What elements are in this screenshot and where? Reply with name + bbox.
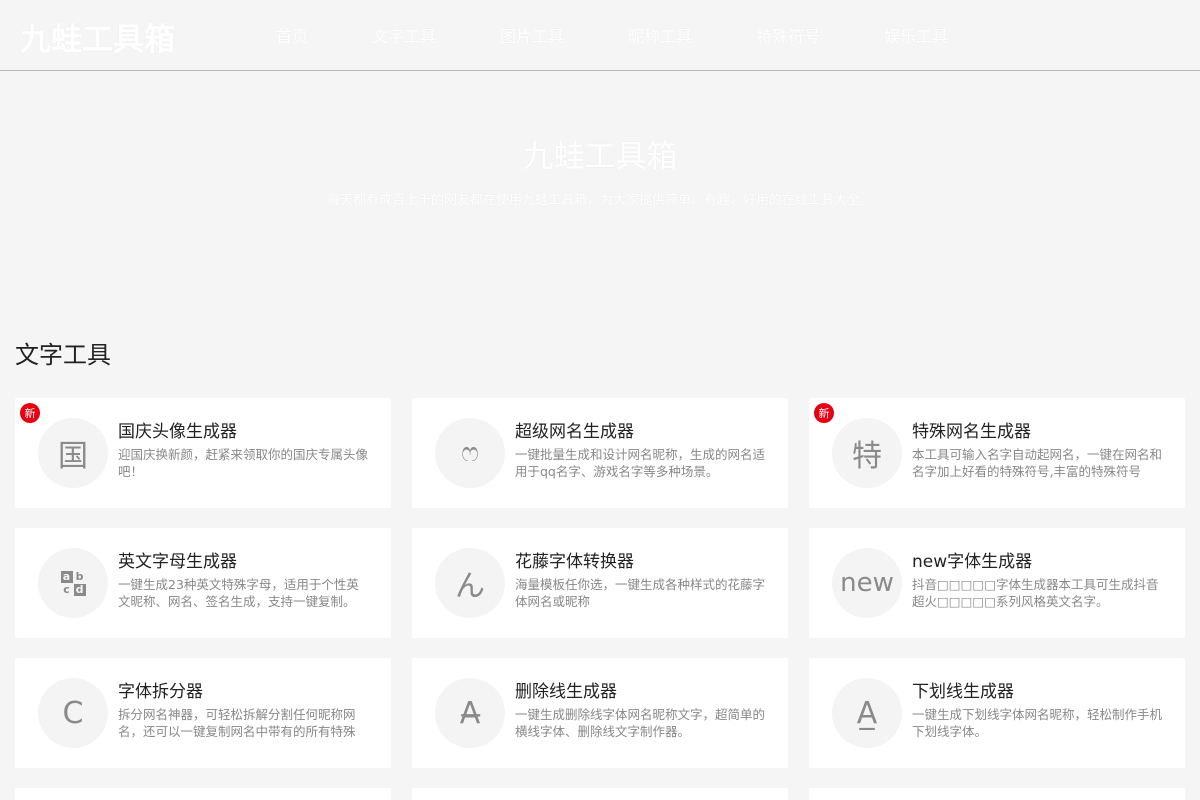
tool-card-font-splitter[interactable]: C 字体拆分器 拆分网名神器，可轻松拆解分割任何昵称网名，还可以一键复制网名中带… — [15, 658, 391, 768]
nav-item-entertainment-tools[interactable]: 娱乐工具 — [884, 23, 948, 47]
card-title: 英文字母生成器 — [118, 552, 237, 572]
nav-item-special-symbols[interactable]: 特殊符号 — [756, 23, 820, 47]
top-header: 九蛙工具箱 首页 文字工具 图片工具 昵称工具 特殊符号 娱乐工具 — [0, 0, 1200, 71]
card-description: 海量模板任你选，一键生成各种样式的花藤字体网名或昵称 — [515, 577, 766, 609]
card-description: 一键批量生成和设计网名昵称，生成的网名适用于qq名字、游戏名字等多种场景。 — [515, 447, 766, 479]
tool-card-english-letters[interactable]: a b c d 英文字母生成器 一键生成23种英文特殊字母，适用于个性英文昵称、… — [15, 528, 391, 638]
card-description: 本工具可输入名字自动起网名，一键在网名和名字加上好看的特殊符号,丰富的特殊符号 — [912, 447, 1163, 479]
tool-card-partial[interactable] — [412, 788, 788, 800]
card-title: 国庆头像生成器 — [118, 422, 237, 442]
te-char-icon: 特 — [832, 418, 902, 488]
card-title: 超级网名生成器 — [515, 422, 634, 442]
hero-title: 九蛙工具箱 — [522, 139, 678, 175]
card-title: 花藤字体转换器 — [515, 552, 634, 572]
next-card-row-partial — [15, 788, 1185, 800]
tool-card-strikethrough[interactable]: A̶ 删除线生成器 一键生成删除线字体网名昵称文字，超简单的横线字体、删除线文字… — [412, 658, 788, 768]
card-title: 删除线生成器 — [515, 682, 617, 702]
hero-subtitle: 每天都有成百上千的网友都在使用九蛙工具箱，为大家提供简单、有趣、好用的在线工具大… — [326, 193, 873, 208]
card-title: 下划线生成器 — [912, 682, 1014, 702]
main-nav: 首页 文字工具 图片工具 昵称工具 特殊符号 娱乐工具 — [276, 0, 1012, 70]
underline-a-icon: A̲ — [832, 678, 902, 748]
nav-item-home[interactable]: 首页 — [276, 23, 308, 47]
nav-item-text-tools[interactable]: 文字工具 — [372, 23, 436, 47]
card-title: 特殊网名生成器 — [912, 422, 1031, 442]
guo-char-icon: 国 — [38, 418, 108, 488]
new-text-icon: new — [832, 548, 902, 618]
nav-item-image-tools[interactable]: 图片工具 — [500, 23, 564, 47]
tool-card-underline[interactable]: A̲ 下划线生成器 一键生成下划线字体网名昵称，轻松制作手机下划线字体。 — [809, 658, 1185, 768]
site-logo[interactable]: 九蛙工具箱 — [20, 14, 175, 59]
strikethrough-a-icon: A̶ — [435, 678, 505, 748]
tool-card-national-day-avatar[interactable]: 国 国庆头像生成器 迎国庆换新颜，赶紧来领取你的国庆专属头像吧！ 新 — [15, 398, 391, 508]
tool-card-partial[interactable] — [809, 788, 1185, 800]
card-description: 抖音□□□□□字体生成器本工具可生成抖音超火□□□□□系列风格英文名字。 — [912, 577, 1159, 609]
card-description: 迎国庆换新颜，赶紧来领取你的国庆专属头像吧！ — [118, 447, 369, 479]
tool-card-new-font[interactable]: new new字体生成器 抖音□□□□□字体生成器本工具可生成抖音超火□□□□□… — [809, 528, 1185, 638]
abcd-letters-icon: a b c d — [38, 548, 108, 618]
tool-card-grid: 国 国庆头像生成器 迎国庆换新颜，赶紧来领取你的国庆专属头像吧！ 新 ෆ 超级网… — [15, 398, 1185, 768]
tool-card-super-nickname[interactable]: ෆ 超级网名生成器 一键批量生成和设计网名昵称，生成的网名适用于qq名字、游戏名… — [412, 398, 788, 508]
nav-item-nickname-tools[interactable]: 昵称工具 — [628, 23, 692, 47]
new-badge: 新 — [814, 403, 834, 423]
swirl-symbol-icon: ෆ — [435, 418, 505, 488]
card-title: new字体生成器 — [912, 552, 1033, 572]
section-title: 文字工具 — [15, 341, 111, 369]
hiragana-n-icon: ん — [435, 548, 505, 618]
card-title: 字体拆分器 — [118, 682, 203, 702]
c-letter-icon: C — [38, 678, 108, 748]
tool-card-partial[interactable] — [15, 788, 391, 800]
card-description: 一键生成下划线字体网名昵称，轻松制作手机下划线字体。 — [912, 707, 1163, 739]
tool-card-flower-vine-font[interactable]: ん 花藤字体转换器 海量模板任你选，一键生成各种样式的花藤字体网名或昵称 — [412, 528, 788, 638]
card-description: 拆分网名神器，可轻松拆解分割任何昵称网名，还可以一键复制网名中带有的所有特殊 — [118, 707, 356, 739]
new-badge: 新 — [20, 403, 40, 423]
tool-card-special-nickname[interactable]: 特 特殊网名生成器 本工具可输入名字自动起网名，一键在网名和名字加上好看的特殊符… — [809, 398, 1185, 508]
card-description: 一键生成删除线字体网名昵称文字，超简单的横线字体、删除线文字制作器。 — [515, 707, 766, 739]
card-description: 一键生成23种英文特殊字母，适用于个性英文昵称、网名、签名生成，支持一键复制。 — [118, 577, 359, 609]
